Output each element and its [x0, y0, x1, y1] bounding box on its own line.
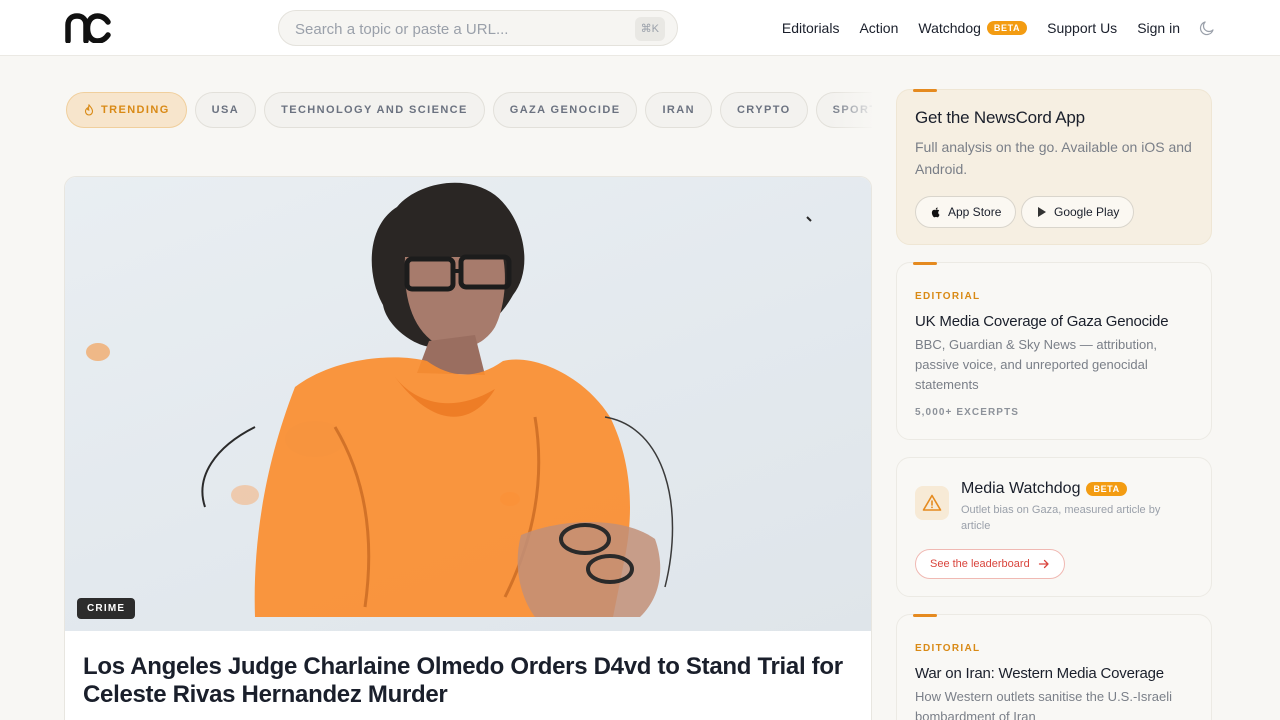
chip-gaza-genocide[interactable]: GAZA GENOCIDE	[492, 92, 638, 128]
nav-watchdog-label: Watchdog	[918, 20, 981, 36]
editorial-description: BBC, Guardian & Sky News — attribution, …	[915, 337, 1158, 392]
editorial-title[interactable]: UK Media Coverage of Gaza Genocide	[915, 313, 1169, 330]
apple-icon	[931, 207, 940, 218]
newscord-logo[interactable]	[64, 13, 112, 43]
editorial-kicker: EDITORIAL	[915, 291, 981, 302]
app-promo-title: Get the NewsCord App	[915, 108, 1085, 127]
play-icon	[1038, 207, 1046, 217]
google-play-label: Google Play	[1054, 205, 1120, 219]
nav-sign-in[interactable]: Sign in	[1137, 20, 1180, 36]
watchdog-subtitle: Outlet bias on Gaza, measured article by…	[961, 504, 1161, 532]
google-play-button[interactable]: Google Play	[1021, 196, 1135, 228]
featured-article-card[interactable]: CRIME Los Angeles Judge Charlaine Olmedo…	[64, 176, 872, 720]
topic-chips: TRENDING USA TECHNOLOGY AND SCIENCE GAZA G…	[66, 92, 872, 130]
nav-support-us[interactable]: Support Us	[1047, 20, 1117, 36]
chip-usa[interactable]: USA	[194, 92, 257, 128]
accent-tab	[913, 262, 937, 265]
leaderboard-label: See the leaderboard	[930, 558, 1030, 570]
editorial-kicker: EDITORIAL	[915, 643, 981, 654]
watchdog-title: Media Watchdog BETA	[961, 480, 1127, 498]
accent-tab	[913, 89, 937, 92]
search-box[interactable]: ⌘K	[278, 10, 678, 46]
beta-badge: BETA	[986, 21, 1028, 35]
warning-icon	[922, 494, 942, 511]
editorial-card-iran[interactable]: EDITORIAL War on Iran: Western Media Cov…	[896, 614, 1212, 720]
app-promo-card: Get the NewsCord App Full analysis on th…	[896, 89, 1212, 245]
main-nav: Editorials Action Watchdog BETA Support …	[762, 0, 1216, 56]
site-header: ⌘K Editorials Action Watchdog BETA Suppo…	[0, 0, 1280, 56]
flame-icon	[84, 104, 94, 116]
nav-editorials[interactable]: Editorials	[782, 20, 840, 36]
app-promo-description: Full analysis on the go. Available on iO…	[915, 139, 1192, 177]
warning-icon-box	[915, 486, 949, 520]
search-shortcut-hint: ⌘K	[634, 17, 665, 41]
chip-trending[interactable]: TRENDING	[66, 92, 187, 128]
category-badge: CRIME	[77, 598, 136, 619]
watchdog-title-label: Media Watchdog	[961, 480, 1081, 497]
chip-label: TRENDING	[101, 104, 170, 116]
arrow-right-icon	[1038, 559, 1049, 569]
media-watchdog-card: Media Watchdog BETA Outlet bias on Gaza,…	[896, 457, 1212, 597]
featured-article-image[interactable]: CRIME	[65, 177, 871, 631]
moon-icon[interactable]	[1198, 19, 1216, 37]
chips-fade-overlay	[830, 88, 876, 134]
editorial-meta: 5,000+ EXCERPTS	[915, 407, 1020, 418]
chip-iran[interactable]: IRAN	[645, 92, 712, 128]
search-input[interactable]	[295, 19, 625, 39]
featured-article-title[interactable]: Los Angeles Judge Charlaine Olmedo Order…	[83, 653, 853, 709]
leaderboard-button[interactable]: See the leaderboard	[915, 549, 1065, 579]
app-store-button[interactable]: App Store	[915, 196, 1017, 228]
chip-technology-and-science[interactable]: TECHNOLOGY AND SCIENCE	[264, 92, 485, 128]
courtroom-sketch-illustration	[86, 182, 812, 617]
chip-crypto[interactable]: CRYPTO	[719, 92, 808, 128]
editorial-description: How Western outlets sanitise the U.S.-Is…	[915, 689, 1172, 720]
nav-action[interactable]: Action	[859, 20, 898, 36]
beta-badge: BETA	[1086, 482, 1127, 496]
nav-watchdog[interactable]: Watchdog BETA	[918, 20, 1028, 36]
editorial-card-gaza[interactable]: EDITORIAL UK Media Coverage of Gaza Geno…	[896, 262, 1212, 440]
accent-tab	[913, 614, 937, 617]
app-store-label: App Store	[948, 205, 1002, 219]
editorial-title[interactable]: War on Iran: Western Media Coverage	[915, 665, 1164, 682]
